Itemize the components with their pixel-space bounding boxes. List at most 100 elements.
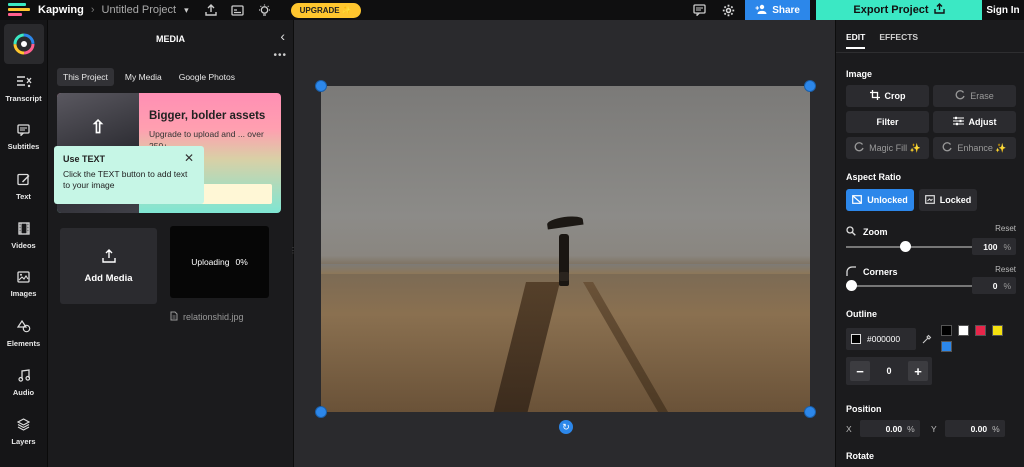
breadcrumb-separator: › — [90, 4, 95, 16]
aspect-locked-button[interactable]: Locked — [919, 189, 977, 211]
aspect-ratio-title: Aspect Ratio — [846, 172, 902, 182]
uploading-progress: 0% — [235, 257, 248, 267]
tab-google-photos[interactable]: Google Photos — [173, 68, 241, 86]
text-tooltip: Use TEXT Click the TEXT button to add te… — [54, 146, 204, 204]
project-title[interactable]: Untitled Project — [102, 4, 177, 16]
kapwing-brand-icon[interactable] — [4, 24, 44, 64]
add-media-button[interactable]: Add Media — [60, 228, 157, 304]
zoom-slider-thumb[interactable] — [900, 241, 912, 252]
tab-effects[interactable]: EFFECTS — [879, 32, 918, 49]
tab-edit[interactable]: EDIT — [846, 32, 866, 49]
unlocked-label: Unlocked — [867, 195, 908, 205]
nav-audio[interactable]: Audio — [0, 358, 47, 407]
captions-icon[interactable] — [230, 4, 244, 16]
close-icon[interactable]: ✕ — [184, 151, 194, 165]
corners-reset-button[interactable]: Reset — [995, 265, 1016, 274]
swatch-red[interactable] — [975, 325, 986, 336]
corners-label-group: Corners — [846, 266, 898, 278]
loading-spinner-icon — [955, 90, 965, 102]
lightbulb-icon[interactable] — [258, 4, 271, 17]
edit-panel: EDIT EFFECTS Image Crop Erase Filter Adj… — [835, 20, 1024, 467]
erase-button[interactable]: Erase — [933, 85, 1016, 107]
promo-title: Bigger, bolder assets — [149, 110, 266, 122]
corners-value: 0 — [992, 280, 998, 291]
gear-icon[interactable] — [722, 4, 735, 17]
corners-slider-thumb[interactable] — [846, 280, 857, 291]
nav-text-label: Text — [16, 191, 31, 201]
outline-color-preview — [851, 334, 861, 344]
nav-layers[interactable]: Layers — [0, 407, 47, 456]
increment-button[interactable]: + — [907, 361, 928, 381]
nav-transcript[interactable]: Transcript — [0, 64, 47, 113]
magic-fill-button[interactable]: Magic Fill ✨ — [846, 137, 929, 159]
swatch-blue[interactable] — [941, 341, 952, 352]
chevron-down-icon[interactable]: ▾ — [184, 5, 189, 16]
sliders-icon — [952, 116, 964, 128]
uploading-media-tile[interactable]: Uploading 0% — [170, 226, 269, 298]
export-project-button[interactable]: Export Project — [816, 0, 982, 20]
brand-name[interactable]: Kapwing — [38, 4, 84, 16]
corners-value-input[interactable]: 0 % — [972, 277, 1016, 294]
tab-this-project[interactable]: This Project — [57, 68, 114, 86]
zoom-reset-button[interactable]: Reset — [995, 224, 1016, 233]
eyedropper-icon[interactable] — [922, 334, 932, 347]
nav-videos[interactable]: Videos — [0, 211, 47, 260]
crop-button[interactable]: Crop — [846, 85, 929, 107]
position-section-title: Position — [846, 404, 882, 414]
corners-slider-track[interactable] — [846, 285, 978, 287]
media-tabs: This Project My Media Google Photos — [57, 68, 241, 86]
resize-handle-top-left[interactable] — [315, 80, 327, 92]
swatch-black[interactable] — [941, 325, 952, 336]
nav-text[interactable]: Text — [0, 162, 47, 211]
sign-in-link[interactable]: Sign In — [982, 5, 1024, 16]
position-y-label: Y — [931, 423, 937, 434]
photo-path — [491, 282, 560, 412]
swatch-white[interactable] — [958, 325, 969, 336]
filter-button[interactable]: Filter — [846, 111, 929, 133]
upload-arrow-icon: ⇧ — [90, 117, 106, 137]
subtitles-icon — [17, 124, 30, 139]
add-user-icon — [755, 4, 767, 17]
nav-videos-label: Videos — [11, 240, 36, 250]
adjust-button[interactable]: Adjust — [933, 111, 1016, 133]
nav-elements[interactable]: Elements — [0, 309, 47, 358]
media-filename: relationshid.jpg — [170, 311, 244, 323]
photo-umbrella — [546, 214, 584, 230]
share-button[interactable]: Share — [745, 0, 810, 20]
resize-handle-top-right[interactable] — [804, 80, 816, 92]
canvas-image[interactable] — [321, 86, 810, 412]
nav-layers-label: Layers — [11, 436, 36, 446]
filename-text: relationshid.jpg — [183, 312, 244, 322]
resize-handle-bottom-left[interactable] — [315, 406, 327, 418]
zoom-slider-track[interactable] — [846, 246, 978, 248]
corners-label: Corners — [863, 267, 898, 277]
zoom-control: Zoom Reset 100 % — [846, 224, 1016, 256]
image-section-title: Image — [846, 69, 873, 79]
outline-color-input[interactable]: #000000 — [846, 328, 916, 350]
nav-images[interactable]: Images — [0, 260, 47, 309]
enhance-button[interactable]: Enhance ✨ — [933, 137, 1016, 159]
position-y-input[interactable]: 0.00 % — [944, 420, 1005, 437]
kapwing-logo[interactable] — [8, 3, 32, 17]
zoom-value-input[interactable]: 100 % — [972, 238, 1016, 255]
tooltip-text: Click the TEXT button to add text to you… — [63, 169, 188, 190]
filter-label: Filter — [876, 117, 899, 127]
upload-share-icon[interactable] — [204, 4, 217, 16]
promo-upgrade-button[interactable] — [197, 184, 272, 204]
nav-transcript-label: Transcript — [5, 93, 42, 103]
nav-subtitles[interactable]: Subtitles — [0, 113, 47, 162]
aspect-unlocked-button[interactable]: Unlocked — [846, 189, 914, 211]
comments-icon[interactable] — [693, 4, 706, 16]
resize-handle-bottom-right[interactable] — [804, 406, 816, 418]
more-options-icon[interactable]: ••• — [273, 50, 287, 61]
top-bar: Kapwing › Untitled Project ▾ UPGRADE ✨ S… — [0, 0, 1024, 20]
rotate-handle-icon[interactable]: ↻ — [559, 420, 573, 434]
loading-spinner-icon — [854, 142, 864, 154]
decrement-button[interactable]: − — [850, 361, 870, 381]
swatch-yellow[interactable] — [992, 325, 1003, 336]
upgrade-button[interactable]: UPGRADE ✨ — [290, 2, 361, 18]
position-x-input[interactable]: 0.00 % — [859, 420, 920, 437]
locked-label: Locked — [939, 195, 972, 205]
tab-my-media[interactable]: My Media — [119, 68, 168, 86]
collapse-panel-icon[interactable]: ‹ — [280, 28, 285, 44]
